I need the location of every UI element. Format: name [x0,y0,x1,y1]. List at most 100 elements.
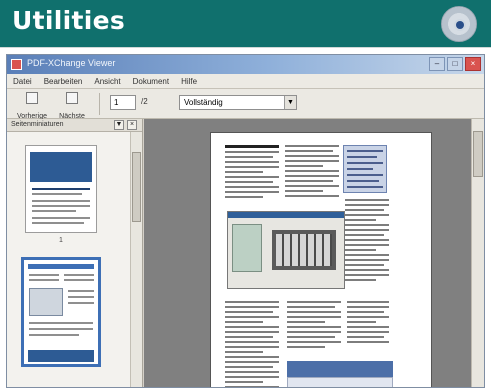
text-line [347,311,384,313]
text-line [345,254,389,256]
thumbnail-text-line [32,205,90,207]
document-scroll-thumb[interactable] [473,131,483,177]
text-line [345,239,389,241]
text-line [225,376,279,378]
text-line [225,336,273,338]
section-title: Utilities [12,6,126,35]
text-line [225,171,263,173]
text-line [225,356,279,358]
text-line [225,186,279,188]
close-button[interactable]: × [465,57,481,71]
zoom-select[interactable]: Vollständig ▼ [179,95,297,110]
text-column [225,145,279,201]
application-window: PDF-XChange Viewer – □ × Datei Bearbeite… [6,54,485,388]
thumbnail-image [30,152,92,182]
menu-dokument[interactable]: Dokument [133,74,169,88]
menu-hilfe[interactable]: Hilfe [181,74,197,88]
next-page-button[interactable]: Nächste [55,91,89,120]
text-line [347,316,389,318]
toolbar: Vorherige Nächste 1 /2 Vollständig ▼ [7,89,484,120]
thumbnail-text-line [68,296,94,298]
chevron-down-icon[interactable]: ▼ [284,96,296,109]
page-number-input[interactable]: 1 [110,95,136,110]
text-line [225,306,279,308]
text-line [225,156,273,158]
text-line [345,244,389,246]
text-line [285,190,323,192]
text-column [347,301,389,346]
embedded-table [287,377,393,387]
page-total-label: /2 [141,97,148,106]
page-thumbnail-2[interactable] [21,257,101,367]
menu-ansicht[interactable]: Ansicht [94,74,120,88]
text-line [345,214,389,216]
document-view[interactable] [144,119,484,387]
thumbnail-heading [32,188,90,190]
text-line [225,191,279,193]
text-line [347,162,383,164]
screenshot-root: Utilities PDF-XChange Viewer – □ × Datei… [0,0,491,388]
thumbnail-scrollbar[interactable] [130,132,142,387]
pane-close-button[interactable]: × [127,120,137,130]
text-line [285,185,339,187]
text-line [347,150,383,152]
text-line [345,219,376,221]
maximize-button[interactable]: □ [447,57,463,71]
text-line [225,196,263,198]
text-line [225,301,279,303]
cd-icon [441,6,477,42]
document-scrollbar[interactable] [471,119,484,387]
thumbnail-header-band [28,264,94,269]
text-line [287,321,325,323]
menu-datei[interactable]: Datei [13,74,32,88]
text-line [287,311,341,313]
app-icon [11,59,22,70]
screenshot-table [276,234,332,266]
text-line [287,301,341,303]
text-line [347,168,373,170]
text-line [225,181,273,183]
next-page-icon [66,92,78,104]
text-line [285,145,339,147]
thumbnail-text-line [29,274,59,276]
text-line [345,259,389,261]
pane-pin-button[interactable]: ▼ [114,120,124,130]
text-line [225,366,273,368]
text-line [225,176,279,178]
text-line [225,326,279,328]
text-line [287,346,325,348]
zoom-select-value: Vollständig [184,98,223,107]
screenshot-titlebar [228,212,344,218]
window-titlebar[interactable]: PDF-XChange Viewer – □ × [7,55,484,74]
table-header-band [287,361,393,377]
text-line [285,155,339,157]
text-line [285,150,333,152]
text-line [345,264,384,266]
page-thumbnail-1[interactable] [25,145,97,233]
text-line [345,274,389,276]
thumbnail-text-line [29,322,93,324]
thumbnail-text-line [68,302,94,304]
previous-page-button[interactable]: Vorherige [13,91,51,120]
text-line [287,336,335,338]
thumbnail-text-line [64,279,94,281]
text-line [347,306,389,308]
minimize-button[interactable]: – [429,57,445,71]
thumbnail-text-line [32,217,90,219]
text-column [285,145,339,200]
text-line [287,326,341,328]
menu-bearbeiten[interactable]: Bearbeiten [44,74,83,88]
text-line [345,204,389,206]
screenshot-map [232,224,262,272]
window-title: PDF-XChange Viewer [27,58,116,68]
text-line [287,316,341,318]
text-line [225,316,279,318]
text-column [287,301,341,351]
thumbnail-pane-title: Seitenminiaturen [11,121,64,128]
banner-divider [0,47,491,53]
text-line [347,180,379,182]
embedded-screenshot [227,211,345,289]
text-line [347,331,389,333]
thumbnail-scroll-thumb[interactable] [132,152,141,222]
text-line [347,156,377,158]
